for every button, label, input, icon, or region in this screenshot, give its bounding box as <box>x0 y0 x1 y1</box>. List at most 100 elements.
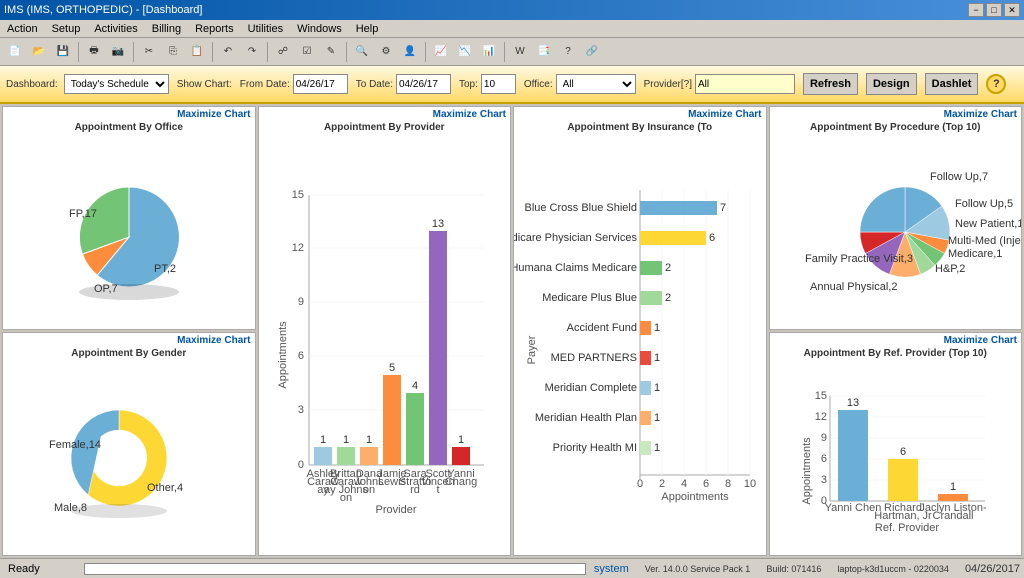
svg-text:6: 6 <box>298 350 304 362</box>
menu-help[interactable]: Help <box>353 22 382 36</box>
svg-text:6: 6 <box>703 478 709 490</box>
tb15[interactable]: 📑 <box>533 41 555 63</box>
top-group: Top: <box>459 74 516 94</box>
status-version: Ver. 14.0.0 Service Pack 1 <box>645 564 751 574</box>
copy-btn[interactable]: ⎘ <box>162 41 184 63</box>
cut-btn[interactable]: ✂ <box>138 41 160 63</box>
tb14[interactable]: W <box>509 41 531 63</box>
to-date-input[interactable] <box>396 74 451 94</box>
tb12[interactable]: 📉 <box>454 41 476 63</box>
paste-btn[interactable]: 📋 <box>186 41 208 63</box>
maximize-provider-chart[interactable]: Maximize Chart <box>259 107 511 122</box>
minimize-button[interactable]: − <box>968 3 984 17</box>
sep3 <box>212 42 213 62</box>
horizontal-scrollbar[interactable] <box>84 563 586 575</box>
svg-text:1: 1 <box>654 322 660 334</box>
svg-text:Provider: Provider <box>376 504 417 516</box>
procedure-chart-content: Follow Up,7 Follow Up,5 New Patient,1 Mu… <box>770 135 1022 329</box>
print-btn[interactable]: 🖶 <box>83 41 105 63</box>
maximize-insurance-chart[interactable]: Maximize Chart <box>514 107 766 122</box>
provider-input[interactable] <box>695 74 795 94</box>
menu-action[interactable]: Action <box>4 22 41 36</box>
refresh-button[interactable]: Refresh <box>803 73 858 95</box>
svg-text:7: 7 <box>720 202 726 214</box>
sep2 <box>133 42 134 62</box>
svg-text:1: 1 <box>366 434 372 446</box>
provider-chart-content: Appointments 15 12 9 6 3 0 <box>259 135 511 555</box>
svg-text:Medicare Plus Blue: Medicare Plus Blue <box>542 292 637 304</box>
open-btn[interactable]: 📂 <box>28 41 50 63</box>
undo-btn[interactable]: ↶ <box>217 41 239 63</box>
sep4 <box>267 42 268 62</box>
chart-appointment-by-procedure: Maximize Chart Appointment By Procedure … <box>769 106 1023 330</box>
top-input[interactable] <box>481 74 516 94</box>
tb13[interactable]: 📊 <box>478 41 500 63</box>
svg-text:Appointments: Appointments <box>801 436 813 504</box>
svg-text:OP,7: OP,7 <box>94 283 118 295</box>
status-bar: Ready system Ver. 14.0.0 Service Pack 1 … <box>0 558 1024 578</box>
svg-text:10: 10 <box>744 478 756 490</box>
dashboard-select[interactable]: Today's Schedule <box>64 74 169 94</box>
help-toolbar-btn[interactable]: ? <box>557 41 579 63</box>
save-btn[interactable]: 💾 <box>52 41 74 63</box>
tb6[interactable]: ☑ <box>296 41 318 63</box>
svg-text:Payer: Payer <box>526 335 538 364</box>
svg-text:2: 2 <box>659 478 665 490</box>
close-button[interactable]: ✕ <box>1004 3 1020 17</box>
svg-text:Other,4: Other,4 <box>147 482 183 494</box>
menu-activities[interactable]: Activities <box>91 22 140 36</box>
svg-text:2: 2 <box>665 262 671 274</box>
help-button[interactable]: ? <box>986 74 1006 94</box>
new-btn[interactable]: 📄 <box>4 41 26 63</box>
procedure-pie-svg: Follow Up,7 Follow Up,5 New Patient,1 Mu… <box>800 162 990 302</box>
tb5[interactable]: ☍ <box>272 41 294 63</box>
tb8[interactable]: 🔍 <box>351 41 373 63</box>
menu-billing[interactable]: Billing <box>149 22 184 36</box>
tb10[interactable]: 👤 <box>399 41 421 63</box>
office-chart-title: Appointment By Office <box>3 122 255 135</box>
office-group: Office: All <box>524 74 636 94</box>
svg-text:on: on <box>340 492 352 504</box>
provider-chart-title: Appointment By Provider <box>259 122 511 135</box>
tb9[interactable]: ⚙ <box>375 41 397 63</box>
procedure-chart-title: Appointment By Procedure (Top 10) <box>770 122 1022 135</box>
status-ready: Ready <box>0 563 80 575</box>
maximize-gender-chart[interactable]: Maximize Chart <box>3 333 255 348</box>
from-date-input[interactable] <box>293 74 348 94</box>
status-scroll-area <box>80 563 590 575</box>
maximize-ref-provider-chart[interactable]: Maximize Chart <box>770 333 1022 348</box>
svg-text:1: 1 <box>458 434 464 446</box>
maximize-procedure-chart[interactable]: Maximize Chart <box>770 107 1022 122</box>
dashboard-area: Maximize Chart Appointment By Office <box>0 104 1024 558</box>
chart-appointment-by-ref-provider: Maximize Chart Appointment By Ref. Provi… <box>769 332 1023 556</box>
svg-text:1: 1 <box>343 434 349 446</box>
restore-button[interactable]: □ <box>986 3 1002 17</box>
menu-setup[interactable]: Setup <box>49 22 84 36</box>
menu-utilities[interactable]: Utilities <box>245 22 286 36</box>
svg-text:FP,17: FP,17 <box>69 208 97 220</box>
menu-bar: Action Setup Activities Billing Reports … <box>0 20 1024 38</box>
office-label: Office: <box>524 79 553 90</box>
svg-text:3: 3 <box>298 404 304 416</box>
insurance-bar-svg: Payer 0 2 4 6 8 10 Appointm <box>525 175 755 515</box>
svg-text:Accident Fund: Accident Fund <box>566 322 636 334</box>
tb7[interactable]: ✎ <box>320 41 342 63</box>
menu-reports[interactable]: Reports <box>192 22 237 36</box>
insurance-chart-title: Appointment By Insurance (To <box>514 122 766 135</box>
svg-text:Humana Claims Medicare: Humana Claims Medicare <box>514 262 637 274</box>
dashlet-button[interactable]: Dashlet <box>925 73 979 95</box>
show-chart-group: Show Chart: <box>177 79 232 90</box>
redo-btn[interactable]: ↷ <box>241 41 263 63</box>
svg-text:2: 2 <box>665 292 671 304</box>
svg-text:Follow Up,7: Follow Up,7 <box>930 171 988 183</box>
tb11[interactable]: 📈 <box>430 41 452 63</box>
design-button[interactable]: Design <box>866 73 917 95</box>
svg-text:Blue Cross Blue Shield: Blue Cross Blue Shield <box>524 202 637 214</box>
toolbar: 📄 📂 💾 🖶 📷 ✂ ⎘ 📋 ↶ ↷ ☍ ☑ ✎ 🔍 ⚙ 👤 📈 📉 📊 W … <box>0 38 1024 66</box>
tb16[interactable]: 🔗 <box>581 41 603 63</box>
top-label: Top: <box>459 79 478 90</box>
office-select[interactable]: All <box>556 74 636 94</box>
menu-windows[interactable]: Windows <box>294 22 345 36</box>
preview-btn[interactable]: 📷 <box>107 41 129 63</box>
maximize-office-chart[interactable]: Maximize Chart <box>3 107 255 122</box>
